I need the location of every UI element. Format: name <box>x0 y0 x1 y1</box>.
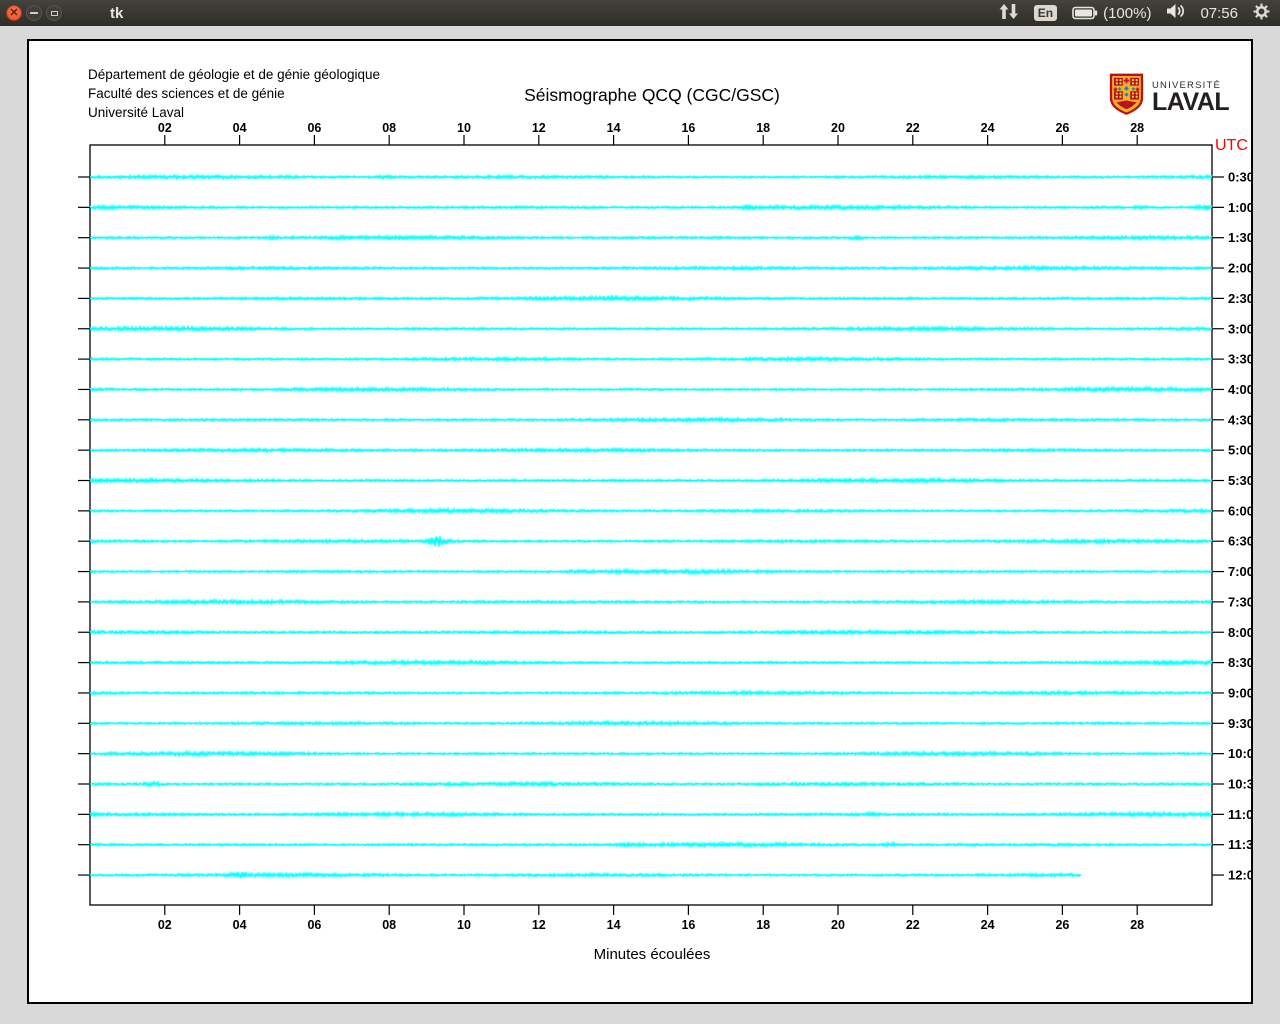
seismo-trace <box>89 535 1213 547</box>
x-tick-label-bottom: 14 <box>607 918 621 932</box>
seismo-trace <box>89 233 1213 242</box>
seismo-trace <box>89 172 1213 182</box>
x-tick-label-bottom: 28 <box>1130 918 1144 932</box>
x-tick-label-top: 08 <box>382 121 396 135</box>
plot-border <box>89 144 1213 906</box>
x-tick-label-bottom: 20 <box>831 918 845 932</box>
system-tray: En (100%) 07:56 <box>999 3 1270 24</box>
volume-icon[interactable] <box>1166 3 1185 23</box>
battery-percent: (100%) <box>1103 4 1152 22</box>
utc-time-label: 5:30 <box>1228 473 1251 488</box>
utc-time-label: 11:00 <box>1228 807 1251 822</box>
clock[interactable]: 07:56 <box>1200 5 1238 22</box>
x-tick-label-bottom: 26 <box>1055 918 1069 932</box>
seismo-trace <box>89 597 1213 607</box>
x-tick-label-bottom: 16 <box>681 918 695 932</box>
seismo-trace <box>89 779 1213 789</box>
seismo-trace <box>89 446 1213 455</box>
system-titlebar: ✕ tk En (100%) 07:56 <box>0 0 1280 26</box>
seismo-trace <box>89 689 1213 697</box>
keyboard-arrows-icon[interactable] <box>999 3 1019 24</box>
seismogram-plot: 02 02 04 04 06 06 08 08 10 10 12 12 14 14 16 16 18 18 20 20… <box>78 121 1251 932</box>
x-tick-label-top: 22 <box>906 121 920 135</box>
x-tick-label-top: 18 <box>756 121 770 135</box>
x-tick-label-top: 24 <box>981 121 995 135</box>
utc-time-label: 10:00 <box>1228 746 1251 761</box>
utc-time-label: 9:00 <box>1228 685 1251 700</box>
maximize-button[interactable] <box>46 5 62 21</box>
window-title: tk <box>110 4 124 22</box>
battery-icon <box>1072 6 1098 20</box>
x-tick-label-top: 04 <box>233 121 247 135</box>
seismo-trace <box>89 293 1213 303</box>
x-tick-label-top: 12 <box>532 121 546 135</box>
utc-time-label: 5:00 <box>1228 443 1251 458</box>
gear-icon[interactable] <box>1253 3 1270 24</box>
x-tick-label-bottom: 12 <box>532 918 546 932</box>
seismo-trace <box>89 628 1213 637</box>
utc-time-label: 11:30 <box>1228 837 1251 852</box>
utc-time-label: 7:00 <box>1228 564 1251 579</box>
utc-time-label: 2:30 <box>1228 291 1251 306</box>
seismo-trace <box>89 355 1213 364</box>
seismo-trace <box>89 324 1213 334</box>
x-tick-label-top: 14 <box>607 121 621 135</box>
utc-time-label: 6:00 <box>1228 503 1251 518</box>
utc-time-label: 10:30 <box>1228 777 1251 792</box>
x-tick-label-bottom: 04 <box>233 918 247 932</box>
seismo-trace <box>89 658 1213 667</box>
utc-time-label: 12:00 <box>1228 868 1251 883</box>
utc-time-label: 4:00 <box>1228 382 1251 397</box>
utc-time-label: 4:30 <box>1228 412 1251 427</box>
utc-time-label: 3:00 <box>1228 321 1251 336</box>
x-tick-label-bottom: 10 <box>457 918 471 932</box>
close-button[interactable]: ✕ <box>6 5 22 21</box>
x-tick-label-top: 02 <box>158 121 172 135</box>
seismo-trace <box>89 263 1213 273</box>
seismo-trace <box>89 385 1213 394</box>
x-tick-label-bottom: 24 <box>981 918 995 932</box>
utc-time-label: 3:30 <box>1228 352 1251 367</box>
utc-time-label: 0:30 <box>1228 170 1251 185</box>
minimize-button[interactable] <box>26 5 42 21</box>
utc-time-label: 1:00 <box>1228 200 1251 215</box>
seismo-trace <box>89 506 1213 515</box>
seismograph-window: Département de géologie et de génie géol… <box>27 39 1253 1004</box>
seismo-trace <box>89 476 1213 485</box>
battery-indicator[interactable]: (100%) <box>1072 5 1151 22</box>
x-tick-label-top: 10 <box>457 121 471 135</box>
seismo-trace <box>89 840 1213 850</box>
window-controls: ✕ <box>6 5 62 21</box>
x-tick-label-top: 16 <box>681 121 695 135</box>
utc-time-label: 2:00 <box>1228 261 1251 276</box>
x-tick-label-bottom: 06 <box>307 918 321 932</box>
keyboard-layout-indicator[interactable]: En <box>1033 5 1058 21</box>
x-tick-label-bottom: 08 <box>382 918 396 932</box>
seismo-trace <box>89 415 1213 425</box>
x-tick-label-top: 26 <box>1055 121 1069 135</box>
seismo-trace <box>89 567 1213 576</box>
seismo-trace <box>89 870 1082 880</box>
seismo-trace <box>89 203 1213 212</box>
x-tick-label-bottom: 22 <box>906 918 920 932</box>
utc-axis-title: UTC <box>1215 137 1248 154</box>
x-tick-label-top: 06 <box>307 121 321 135</box>
x-tick-label-bottom: 18 <box>756 918 770 932</box>
x-axis-title: Minutes écoulées <box>593 946 711 963</box>
x-tick-label-bottom: 02 <box>158 918 172 932</box>
x-tick-label-top: 20 <box>831 121 845 135</box>
seismo-trace <box>89 749 1213 759</box>
utc-time-label: 9:30 <box>1228 716 1251 731</box>
x-tick-label-top: 28 <box>1130 121 1144 135</box>
utc-time-label: 6:30 <box>1228 534 1251 549</box>
utc-time-label: 1:30 <box>1228 230 1251 245</box>
utc-time-label: 7:30 <box>1228 594 1251 609</box>
seismo-trace <box>89 719 1213 728</box>
utc-time-label: 8:00 <box>1228 625 1251 640</box>
seismo-trace <box>89 809 1213 819</box>
utc-time-label: 8:30 <box>1228 655 1251 670</box>
